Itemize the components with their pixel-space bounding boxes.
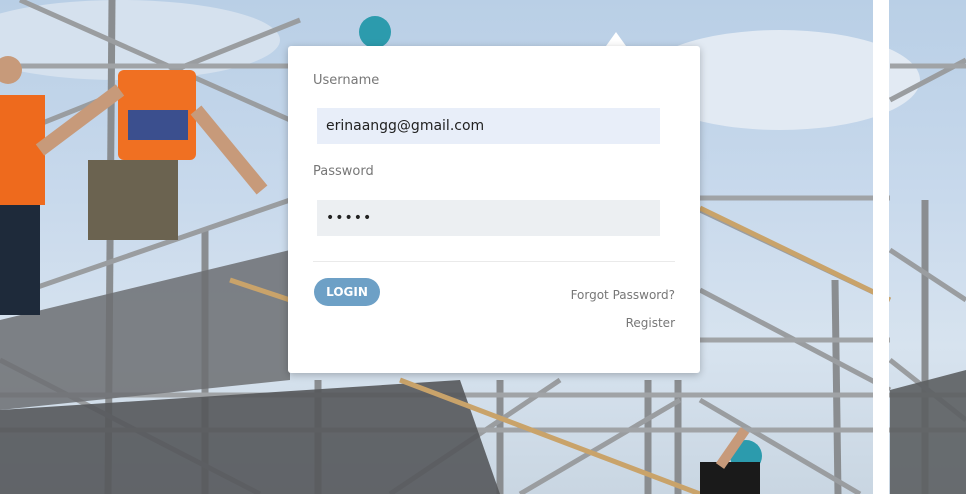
login-panel: Username Password LOGIN Forgot Password?… xyxy=(288,46,700,373)
form-divider xyxy=(313,261,675,262)
register-link[interactable]: Register xyxy=(626,316,675,330)
username-input[interactable] xyxy=(317,108,660,144)
password-input[interactable] xyxy=(317,200,660,236)
password-label: Password xyxy=(313,164,374,179)
login-button[interactable]: LOGIN xyxy=(314,278,380,306)
forgot-password-link[interactable]: Forgot Password? xyxy=(571,288,675,302)
login-panel-pointer xyxy=(606,32,626,46)
image-gap xyxy=(873,0,889,494)
username-label: Username xyxy=(313,73,380,88)
